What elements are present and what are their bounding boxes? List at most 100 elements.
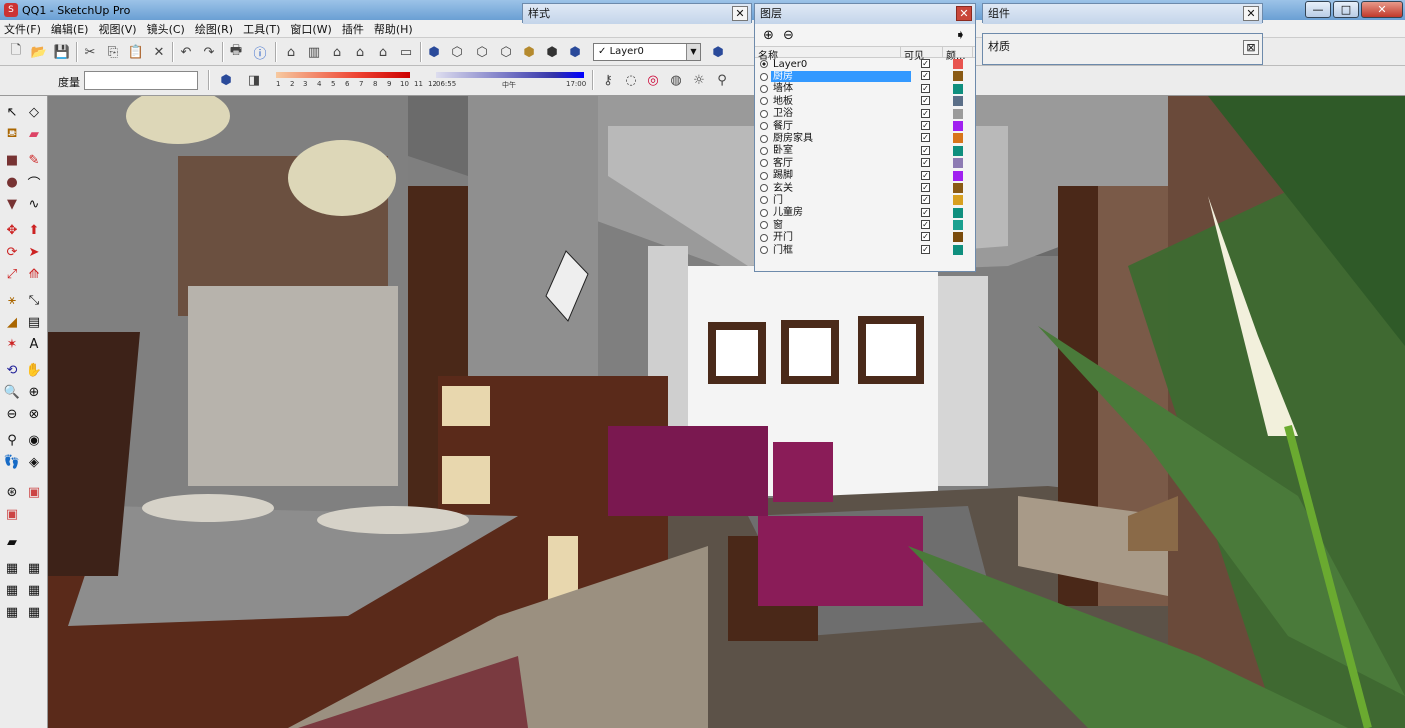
zoom-extents-icon[interactable]: ⊗	[24, 404, 44, 424]
layer-visible-checkbox[interactable]: ✓	[921, 108, 930, 118]
current-layer-radio[interactable]	[760, 233, 768, 242]
layers-panel-title[interactable]: 图层 ✕	[755, 4, 975, 24]
line-pencil-icon[interactable]: ✎	[24, 150, 44, 170]
layer-row[interactable]: 餐厅 ✓	[755, 120, 975, 132]
polygon-icon[interactable]: ▼	[2, 194, 22, 214]
layer-row[interactable]: 儿童房 ✓	[755, 207, 975, 219]
layer-visible-checkbox[interactable]: ✓	[921, 207, 930, 217]
pan-hand-icon[interactable]: ✋	[24, 360, 44, 380]
orbit-icon[interactable]: ◎	[643, 70, 663, 90]
layer-name[interactable]: 门框	[771, 245, 911, 256]
menu-window[interactable]: 窗口(W)	[290, 21, 331, 37]
layer-name[interactable]: 地板	[771, 96, 911, 107]
rectangle-icon[interactable]: ■	[2, 150, 22, 170]
arc-icon[interactable]: ⌒	[24, 172, 44, 192]
current-layer-radio[interactable]	[760, 246, 768, 255]
layer-name[interactable]: 客厅	[771, 158, 911, 169]
layer-row[interactable]: Layer0 ✓	[755, 58, 975, 70]
layer-visible-checkbox[interactable]: ✓	[921, 232, 930, 242]
current-layer-radio[interactable]	[760, 184, 768, 193]
zoom-icon[interactable]: 🔍	[2, 382, 22, 402]
layer-name[interactable]: 墙体	[771, 83, 911, 94]
position-camera-icon[interactable]: ⚲	[712, 70, 732, 90]
follow-me-icon[interactable]: ➤	[24, 242, 44, 262]
orbit-tool-icon[interactable]: ⟲	[2, 360, 22, 380]
layer-color-swatch[interactable]	[953, 59, 963, 69]
menu-edit[interactable]: 编辑(E)	[51, 21, 89, 37]
layer-color-swatch[interactable]	[953, 207, 963, 218]
paint-bucket-icon[interactable]: ⛾	[2, 124, 22, 144]
terrain-icon[interactable]: ▦	[24, 602, 44, 622]
google-earth-icon[interactable]: ▦	[2, 602, 22, 622]
header-color[interactable]: 颜...	[943, 47, 973, 62]
menu-help[interactable]: 帮助(H)	[374, 21, 413, 37]
view-right-icon[interactable]: ⌂	[350, 42, 370, 62]
layer-name[interactable]: 窗	[771, 220, 911, 231]
menu-draw[interactable]: 绘图(R)	[195, 21, 233, 37]
layer-row[interactable]: 玄关 ✓	[755, 182, 975, 194]
current-layer-radio[interactable]	[760, 221, 768, 230]
layer-color-swatch[interactable]	[953, 232, 963, 243]
layer-color-swatch[interactable]	[953, 158, 963, 169]
current-layer-radio[interactable]	[760, 109, 768, 118]
move-icon[interactable]: ✥	[2, 220, 22, 240]
layer-color-swatch[interactable]	[953, 96, 963, 107]
close-icon[interactable]: ✕	[1243, 6, 1259, 21]
photo-match-icon[interactable]: ▦	[2, 580, 22, 600]
circle-icon[interactable]: ●	[2, 172, 22, 192]
new-file-icon[interactable]: 🗋	[6, 42, 26, 62]
layer-name[interactable]: 儿童房	[771, 207, 911, 218]
layer-row[interactable]: 卫浴 ✓	[755, 108, 975, 120]
share-model-icon[interactable]: ▦	[2, 558, 22, 578]
layer-name[interactable]: 开门	[771, 232, 911, 243]
layer-dropdown[interactable]: ✓ Layer0 ▼	[593, 43, 701, 61]
layer-manager-icon[interactable]: ⬢	[708, 42, 728, 62]
current-layer-radio[interactable]	[760, 60, 768, 69]
current-layer-radio[interactable]	[760, 97, 768, 106]
minimize-button[interactable]: —	[1305, 1, 1331, 18]
current-layer-radio[interactable]	[760, 171, 768, 180]
3d-viewport[interactable]	[48, 96, 1405, 728]
layer-visible-checkbox[interactable]: ✓	[921, 83, 930, 93]
layer-row[interactable]: 厨房家具 ✓	[755, 132, 975, 144]
layer-row[interactable]: 厨房 ✓	[755, 70, 975, 83]
layer-name[interactable]: 门	[771, 195, 911, 206]
text-label-icon[interactable]: ▤	[24, 312, 44, 332]
close-button[interactable]: ✕	[1361, 1, 1403, 18]
3d-text-icon[interactable]: A	[24, 334, 44, 354]
layer-row[interactable]: 墙体 ✓	[755, 83, 975, 95]
shaded-texture-icon[interactable]: ⬢	[519, 42, 539, 62]
rotate-icon[interactable]: ⟳	[2, 242, 22, 262]
push-pull-icon[interactable]: ⬆	[24, 220, 44, 240]
erase-icon[interactable]: ✕	[149, 42, 169, 62]
layer-row[interactable]: 门 ✓	[755, 194, 975, 206]
model-info-icon[interactable]: ⓘ	[250, 42, 270, 62]
xray-icon[interactable]: ⬢	[424, 42, 444, 62]
header-visible[interactable]: 可见	[901, 47, 943, 62]
menu-camera[interactable]: 镜头(C)	[147, 21, 185, 37]
layer-color-swatch[interactable]	[953, 182, 963, 193]
current-layer-radio[interactable]	[760, 84, 768, 93]
get-models-icon[interactable]: ▰	[2, 532, 22, 552]
components-panel-title[interactable]: 组件 ✕	[983, 4, 1262, 24]
layer-row[interactable]: 卧室 ✓	[755, 145, 975, 157]
section-icon[interactable]: ◌	[621, 70, 641, 90]
freehand-icon[interactable]: ∿	[24, 194, 44, 214]
wireframe-icon[interactable]: ⬡	[447, 42, 467, 62]
save-icon[interactable]: 💾	[52, 42, 72, 62]
layer-row[interactable]: 开门 ✓	[755, 231, 975, 243]
layer-visible-checkbox[interactable]: ✓	[921, 71, 930, 81]
close-icon[interactable]: ⊠	[1243, 40, 1259, 55]
layer-visible-checkbox[interactable]: ✓	[921, 145, 930, 155]
view-back-icon[interactable]: ⌂	[373, 42, 393, 62]
layer-color-swatch[interactable]	[953, 71, 963, 82]
menu-file[interactable]: 文件(F)	[4, 21, 41, 37]
hidden-line-icon[interactable]: ⬡	[472, 42, 492, 62]
sun-icon[interactable]: ☼	[689, 70, 709, 90]
layer-color-swatch[interactable]	[953, 170, 963, 181]
style-panel-title[interactable]: 样式 ✕	[523, 4, 751, 24]
measure-input[interactable]	[84, 71, 198, 90]
layer-color-swatch[interactable]	[953, 108, 963, 119]
zoom-window-icon[interactable]: ⊕	[24, 382, 44, 402]
current-layer-radio[interactable]	[760, 208, 768, 217]
